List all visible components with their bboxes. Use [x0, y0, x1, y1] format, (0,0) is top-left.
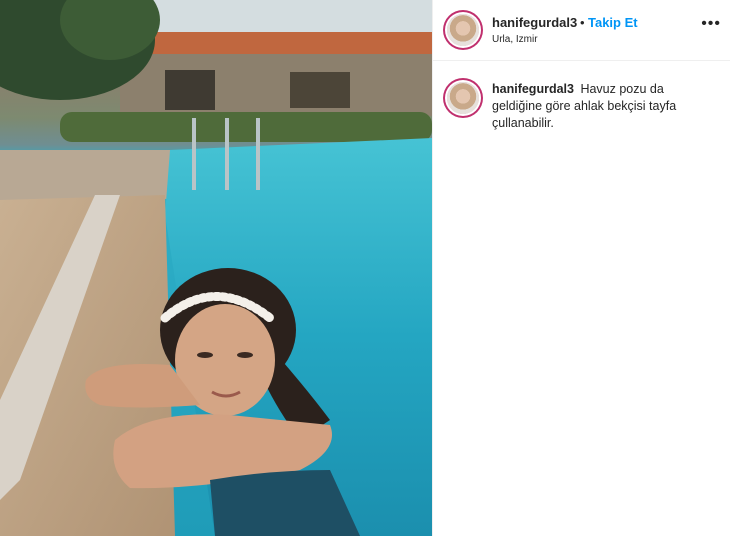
- pool-scene-image: [0, 0, 432, 536]
- post-sidebar: hanifegurdal3 • Takip Et Urla, Izmir •••…: [432, 0, 730, 536]
- header-username[interactable]: hanifegurdal3: [492, 15, 577, 30]
- more-options-icon[interactable]: •••: [701, 15, 721, 33]
- comment-avatar[interactable]: [447, 82, 479, 114]
- follow-button[interactable]: Takip Et: [588, 15, 638, 30]
- caption-comment: hanifegurdal3 Havuz pozu da geldiğine gö…: [433, 61, 730, 141]
- post-header: hanifegurdal3 • Takip Et Urla, Izmir •••: [433, 0, 730, 61]
- post-photo: [0, 0, 432, 536]
- caption-text-block: hanifegurdal3 Havuz pozu da geldiğine gö…: [492, 81, 717, 132]
- caption-username[interactable]: hanifegurdal3: [492, 82, 574, 96]
- avatar[interactable]: [447, 14, 479, 46]
- separator-dot: •: [580, 15, 585, 30]
- location-link[interactable]: Urla, Izmir: [492, 34, 538, 45]
